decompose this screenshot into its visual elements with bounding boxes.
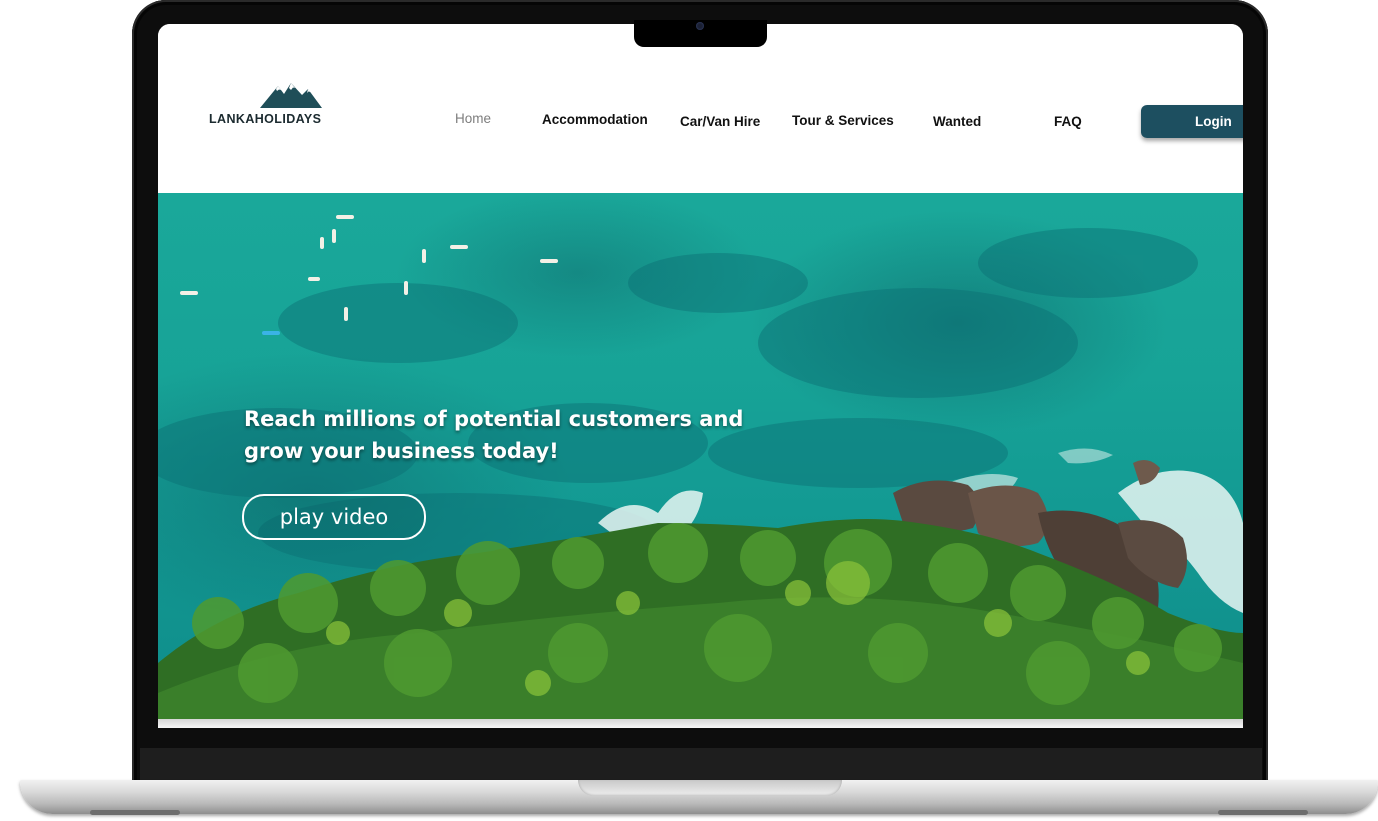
webcam-icon	[696, 22, 704, 30]
nav-car-van-hire[interactable]: Car/Van Hire	[680, 114, 760, 129]
page-bottom-edge	[158, 719, 1243, 728]
hero-headline: Reach millions of potential customers an…	[244, 403, 764, 467]
mountain-icon	[260, 83, 322, 108]
site-logo[interactable]: LANKAHOLIDAYS	[208, 80, 373, 130]
nav-tour-services[interactable]: Tour & Services	[792, 113, 894, 128]
nav-wanted[interactable]: Wanted	[933, 114, 981, 129]
laptop-bottom-bezel	[140, 748, 1262, 782]
laptop-hinge-groove	[578, 780, 842, 796]
hero-headline-line-2: grow your business today!	[244, 439, 559, 463]
nav-accommodation[interactable]: Accommodation	[542, 112, 648, 127]
nav-faq[interactable]: FAQ	[1054, 114, 1082, 129]
hero-banner: Reach millions of potential customers an…	[158, 193, 1243, 719]
nav-home[interactable]: Home	[455, 111, 491, 126]
browser-screen: LANKAHOLIDAYS Home Accommodation Car/Van…	[158, 24, 1243, 728]
login-button[interactable]: Login	[1141, 105, 1243, 138]
camera-notch	[634, 20, 767, 47]
brand-name: LANKAHOLIDAYS	[209, 112, 322, 126]
site-header: LANKAHOLIDAYS Home Accommodation Car/Van…	[158, 24, 1243, 194]
hero-headline-line-1: Reach millions of potential customers an…	[244, 407, 744, 431]
laptop-foot-right	[1218, 810, 1308, 815]
laptop-foot-left	[90, 810, 180, 815]
laptop-base	[20, 780, 1378, 815]
play-video-button[interactable]: play video	[242, 494, 426, 540]
laptop-mockup: LANKAHOLIDAYS Home Accommodation Car/Van…	[0, 0, 1378, 821]
